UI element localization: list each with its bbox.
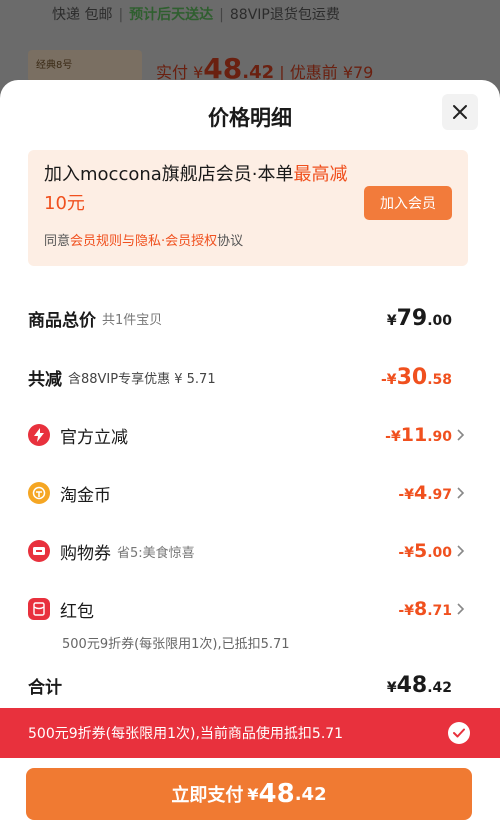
coins-amount: -¥4.97 — [398, 482, 452, 504]
reduction-int: 30 — [396, 364, 428, 390]
reduction-label: 共减 — [28, 369, 62, 390]
coupon-bar-text: 500元9折券(每张限用1次),当前商品使用抵扣5.71 — [28, 726, 344, 742]
sum-amount: ¥48.42 — [386, 672, 452, 698]
ticket-icon — [28, 540, 50, 562]
red-packet-icon — [28, 598, 50, 620]
price-detail-sheet: 价格明细 加入moccona旗舰店会员·本单最高减10元 加入会员 同意会员规则… — [0, 80, 500, 826]
shipping-info: 快递 包邮 | 预计后天送达 | 88VIP退货包运费 — [52, 7, 340, 23]
voucher-amount: -¥5.00 — [398, 540, 452, 562]
voucher-label: 购物券 — [60, 543, 111, 564]
voucher-sub: 省5:美食惊喜 — [117, 545, 195, 561]
reduction-row: 共减 含88VIP专享优惠 ¥ 5.71 -¥30.58 — [28, 362, 472, 392]
lightning-icon — [28, 424, 50, 446]
chevron-right-icon — [454, 428, 468, 442]
discount-row-shopping-voucher[interactable]: 购物券 省5:美食惊喜 -¥5.00 — [28, 536, 472, 566]
pay-dec: .42 — [294, 783, 327, 805]
official-label: 官方立减 — [60, 427, 128, 448]
total-label: 商品总价 — [28, 310, 96, 331]
agreement-prefix: 同意 — [44, 234, 71, 249]
official-amount: -¥11.90 — [385, 424, 452, 446]
close-icon — [453, 105, 467, 119]
sheet-title: 价格明细 — [208, 106, 292, 130]
red-packet-note: 500元9折券(每张限用1次),已抵扣5.71 — [62, 637, 290, 652]
pay-symbol: ¥ — [247, 784, 259, 804]
reduction-sub: 含88VIP专享优惠 ¥ 5.71 — [68, 371, 216, 387]
chevron-right-icon — [454, 602, 468, 616]
reduction-amount: -¥30.58 — [381, 365, 452, 390]
reduction-symbol: -¥ — [381, 371, 397, 388]
agreement-suffix: 协议 — [217, 234, 244, 249]
total-symbol: ¥ — [386, 312, 397, 329]
discount-row-red-packet[interactable]: 红包 -¥8.71 — [28, 594, 472, 624]
check-icon[interactable] — [448, 722, 470, 744]
pay-now-button[interactable]: 立即支付 ¥48.42 — [26, 768, 472, 820]
return-fee-label: 88VIP退货包运费 — [229, 7, 340, 23]
total-dec: .00 — [427, 312, 452, 329]
thumbnail-text: 经典8号 — [36, 60, 73, 71]
sum-label: 合计 — [28, 677, 62, 698]
coins-label: 淘金币 — [60, 485, 111, 506]
chevron-right-icon — [454, 544, 468, 558]
coin-icon — [28, 482, 50, 504]
reduction-dec: .58 — [427, 371, 452, 388]
total-amount: ¥79.00 — [387, 306, 452, 331]
total-sub: 共1件宝贝 — [102, 312, 163, 328]
delivery-estimate: 预计后天送达 — [129, 7, 214, 23]
total-row: 商品总价 共1件宝贝 ¥79.00 — [28, 303, 472, 333]
agreement-link[interactable]: 会员规则与隐私·会员授权 — [70, 234, 217, 249]
red-packet-amount: -¥8.71 — [398, 598, 452, 620]
shipping-label: 快递 包邮 — [52, 7, 113, 23]
member-promo-title: 加入moccona旗舰店会员·本单最高减10元 — [44, 160, 354, 218]
product-thumbnail: 经典8号 — [28, 50, 142, 82]
sum-row: 合计 ¥48.42 — [28, 670, 472, 700]
member-title-main: 加入moccona旗舰店会员·本单 — [44, 164, 294, 185]
total-int: 79 — [396, 305, 428, 331]
pay-label: 立即支付 — [171, 785, 244, 806]
pay-int: 48 — [258, 779, 295, 809]
close-button[interactable] — [442, 94, 478, 130]
discount-row-official[interactable]: 官方立减 -¥11.90 — [28, 420, 472, 450]
member-agreement: 同意会员规则与隐私·会员授权协议 — [44, 230, 243, 249]
coupon-applied-bar[interactable]: 500元9折券(每张限用1次),当前商品使用抵扣5.71 — [0, 708, 500, 758]
discount-row-coins[interactable]: 淘金币 -¥4.97 — [28, 478, 472, 508]
red-packet-label: 红包 — [60, 601, 94, 622]
member-promo-card: 加入moccona旗舰店会员·本单最高减10元 加入会员 同意会员规则与隐私·会… — [28, 150, 468, 266]
join-member-button[interactable]: 加入会员 — [364, 186, 452, 220]
chevron-right-icon — [454, 486, 468, 500]
